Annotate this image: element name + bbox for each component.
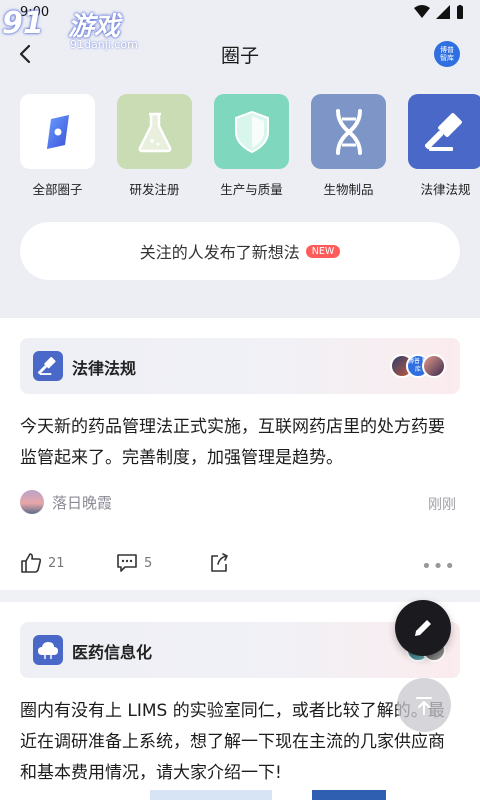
comment-button[interactable]: 5 [116, 552, 152, 574]
category-row: 全部圈子 研发注册 生产与质量 生物制品 法律法规 [20, 94, 480, 204]
category-tile [20, 94, 95, 169]
post-image[interactable] [150, 790, 272, 800]
post-images [150, 790, 386, 800]
cloud-icon [38, 642, 58, 659]
share-icon [211, 553, 228, 572]
category-tile [311, 94, 386, 169]
back-to-top-button[interactable] [397, 678, 451, 732]
compose-button[interactable] [395, 600, 451, 656]
category-label: 生产与质量 [220, 182, 283, 197]
category-label: 全部圈子 [32, 182, 83, 197]
post-card[interactable]: 法律法规 博普 智库 今天新的药品管理法正式实施，互联网药店里的处方药要监管起来… [0, 318, 480, 590]
author-avatar [20, 490, 44, 514]
battery-icon [457, 5, 463, 19]
category-biologics[interactable]: 生物制品 [311, 94, 386, 204]
category-law-regulation[interactable]: 法律法规 [408, 94, 480, 204]
page-title: 圈子 [220, 45, 259, 67]
like-button[interactable]: 21 [20, 552, 65, 574]
comment-count: 5 [144, 555, 153, 571]
post-separator [0, 590, 480, 602]
flask-icon [138, 112, 171, 152]
shield-icon [234, 110, 269, 153]
circle-name: 医药信息化 [72, 643, 153, 662]
circle-name: 法律法规 [72, 359, 137, 378]
brand-line-2: 智库 [440, 54, 454, 62]
category-label: 生物制品 [323, 182, 374, 197]
comment-icon [117, 554, 137, 572]
post-time: 刚刚 [428, 497, 456, 513]
share-button[interactable] [208, 552, 230, 574]
notice-text: 关注的人发布了新想法 [139, 243, 300, 262]
status-icons [414, 5, 464, 19]
like-count: 21 [48, 555, 65, 571]
brand-line-1: 博普 [440, 46, 454, 54]
author-name: 落日晚霞 [52, 493, 113, 512]
circle-banner[interactable]: 医药信息化 [20, 622, 460, 678]
circle-icon [33, 635, 63, 665]
more-options-icon[interactable]: ••• [421, 556, 456, 577]
new-badge: NEW [305, 244, 341, 258]
circle-icon [33, 351, 63, 381]
post-image[interactable] [312, 790, 386, 800]
circle-banner[interactable]: 法律法规 博普 智库 [20, 338, 460, 394]
arrow-up-icon [416, 697, 432, 715]
category-tile [214, 94, 289, 169]
category-all[interactable]: 全部圈子 [20, 94, 95, 204]
post-actions: 21 5 ••• [0, 544, 480, 584]
post-text: 圈内有没有上 LIMS 的实验室同仁，或者比较了解的。最近在调研准备上系统，想了… [20, 701, 445, 783]
gavel-icon [424, 112, 462, 151]
wifi-icon [414, 5, 430, 18]
category-rd-registration[interactable]: 研发注册 [117, 94, 192, 204]
category-tile [117, 94, 192, 169]
brand-badge[interactable]: 博普 智库 [434, 41, 460, 67]
signal-icon [436, 5, 450, 19]
member-avatars: 博普 智库 [390, 354, 446, 378]
post-author[interactable]: 落日晚霞 [20, 490, 112, 514]
category-tile [408, 94, 480, 169]
title-bar: 圈子 博普 智库 [0, 32, 480, 76]
dna-icon [335, 108, 362, 155]
pencil-icon [415, 620, 431, 636]
gavel-icon [38, 357, 56, 376]
category-label: 研发注册 [129, 182, 180, 197]
thumbs-up-icon [21, 553, 42, 573]
follow-notice-button[interactable]: 关注的人发布了新想法 NEW [20, 222, 460, 280]
category-production-quality[interactable]: 生产与质量 [214, 94, 289, 204]
all-circles-icon [46, 114, 69, 149]
category-label: 法律法规 [420, 182, 471, 197]
post-text: 今天新的药品管理法正式实施，互联网药店里的处方药要监管起来了。完善制度，加强管理… [20, 417, 445, 468]
avatar [422, 354, 446, 378]
